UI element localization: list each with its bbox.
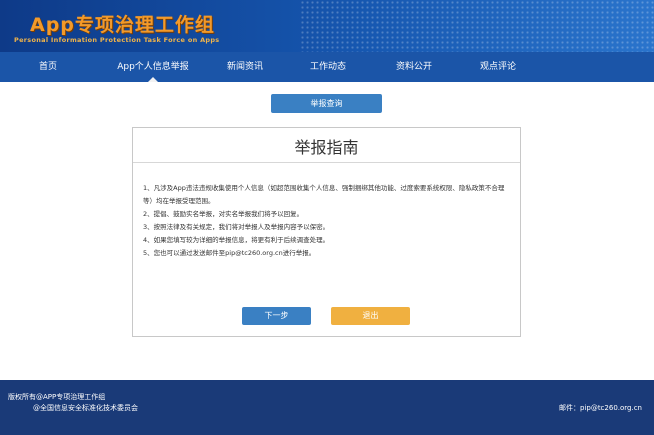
- next-step-button[interactable]: 下一步: [242, 307, 311, 325]
- exit-button[interactable]: 退出: [331, 307, 410, 325]
- site-header: App专项治理工作组 Personal Information Protecti…: [0, 0, 654, 52]
- guide-item: 1、凡涉及App违法违规收集使用个人信息（如超范围收集个人信息、强制捆绑其他功能…: [143, 184, 505, 205]
- logo-subtitle: Personal Information Protection Task For…: [14, 36, 220, 44]
- guide-item: 4、如果您填写较为详细的举报信息，将更有利于后续调查处理。: [143, 236, 330, 244]
- footer-email: 邮件：pip@tc260.org.cn: [558, 404, 642, 412]
- logo-title[interactable]: App专项治理工作组: [30, 10, 215, 37]
- nav-item-materials[interactable]: 资料公开: [384, 52, 444, 82]
- guide-item: 5、您也可以通过发送邮件至pip@tc260.org.cn进行举报。: [143, 249, 316, 257]
- guide-item: 3、按照法律及有关规定，我们将对举报人及举报内容予以保密。: [143, 223, 330, 231]
- nav-item-home[interactable]: 首页: [20, 52, 76, 82]
- site-footer: 版权所有@APP专项治理工作组 @全国信息安全标准化技术委员会 邮件：pip@t…: [0, 380, 654, 435]
- nav-item-opinions[interactable]: 观点评论: [468, 52, 528, 82]
- report-query-button[interactable]: 举报查询: [271, 94, 382, 113]
- report-guide-dialog: 举报指南 1、凡涉及App违法违规收集使用个人信息（如超范围收集个人信息、强制捆…: [132, 127, 521, 337]
- header-dot-pattern: [300, 0, 654, 52]
- footer-copyright: 版权所有@APP专项治理工作组: [8, 393, 106, 401]
- guide-item: 2、提倡、鼓励实名举报，对实名举报我们将予以回复。: [143, 210, 304, 218]
- nav-item-report[interactable]: App个人信息举报: [98, 52, 208, 82]
- footer-org: @全国信息安全标准化技术委员会: [33, 404, 138, 412]
- nav-item-work[interactable]: 工作动态: [298, 52, 358, 82]
- main-content: 举报查询 举报指南 1、凡涉及App违法违规收集使用个人信息（如超范围收集个人信…: [0, 82, 654, 380]
- dialog-divider: [133, 162, 520, 163]
- main-nav: 首页 App个人信息举报 新闻资讯 工作动态 资料公开 观点评论: [0, 52, 654, 82]
- nav-item-news[interactable]: 新闻资讯: [215, 52, 275, 82]
- guide-list: 1、凡涉及App违法违规收集使用个人信息（如超范围收集个人信息、强制捆绑其他功能…: [143, 182, 513, 260]
- dialog-title: 举报指南: [294, 138, 359, 157]
